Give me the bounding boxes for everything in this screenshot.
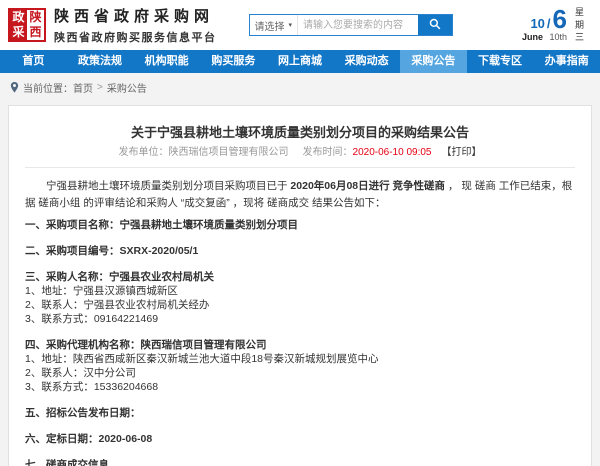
breadcrumb-band: 当前位置： 首页 > 采购公告 [0,73,600,95]
detail-line: 3、联系方式：09164221469 [25,312,575,326]
print-button[interactable]: 【打印】 [441,147,481,158]
detail-line: 3、联系方式：15336204668 [25,380,575,394]
date-words: June 10th [522,32,567,42]
section-heading-6: 六、定标日期：2020-06-08 [25,432,575,446]
breadcrumb-home-link[interactable]: 首页 [73,80,93,95]
content-panel: 关于宁强县耕地土壤环境质量类别划分项目的采购结果公告 发布单位：陕西瑞信项目管理… [8,105,592,466]
site-subtitle: 陕西省政府购买服务信息平台 [54,29,217,45]
breadcrumb: 当前位置： 首页 > 采购公告 [10,80,590,95]
search-category-select[interactable]: 请选择 ▾ [250,15,299,35]
date-separator: / [547,17,551,30]
section-heading-4: 四、采购代理机构名称：陕西瑞信项目管理有限公司 [25,338,575,352]
logo-char: 政 [10,10,27,25]
section-heading-2: 二、采购项目编号：SXRX-2020/05/1 [25,244,575,258]
publisher-name: 陕西瑞信项目管理有限公司 [169,147,289,158]
search-button[interactable] [418,15,452,35]
date-numbers: 10 / 6 June 10th [522,8,567,42]
section-heading-3: 三、采购人名称：宁强县农业农村局机关 [25,270,575,284]
section-heading-1: 一、采购项目名称：宁强县耕地土壤环境质量类别划分项目 [25,218,575,232]
nav-item-procurement-news[interactable]: 采购动态 [333,50,400,73]
detail-line: 1、地址：宁强县汉源镇西城新区 [25,284,575,298]
meta-divider [25,167,575,168]
nav-item-procurement-announcements[interactable]: 采购公告 [400,50,467,73]
page: 政 采 陕 西 陕西省政府采购网 陕西省政府购买服务信息平台 请选择 ▾ [0,0,600,466]
publisher-label: 发布单位： [119,147,169,158]
nav-item-online-mall[interactable]: 网上商城 [267,50,334,73]
date-month-name: June [522,32,543,42]
chevron-down-icon: ▾ [289,21,293,29]
publish-time: 2020-06-10 09:05 [353,147,432,158]
top-header: 政 采 陕 西 陕西省政府采购网 陕西省政府购买服务信息平台 请选择 ▾ [0,0,600,50]
site-title: 陕西省政府采购网 [54,5,217,26]
intro-seg2: 2020年06月08日进行 竞争性磋商 [290,180,445,192]
article-title: 关于宁强县耕地土壤环境质量类别划分项目的采购结果公告 [25,124,575,141]
main-nav: 首页 政策法规 机构职能 购买服务 网上商城 采购动态 采购公告 下载专区 办事… [0,50,600,73]
search-input[interactable] [298,15,417,35]
date-widget: 10 / 6 June 10th 星期三 [522,6,592,44]
logo-left-column: 政 采 [10,10,27,40]
logo-char: 采 [10,25,27,40]
detail-line: 2、联系人：汉中分公司 [25,366,575,380]
search-icon [429,18,441,33]
date-day-month: 10 / 6 [522,8,567,30]
intro-seg1: 宁强县耕地土壤环境质量类别划分项目采购项目已于 [46,180,290,192]
search-bar: 请选择 ▾ [249,14,453,36]
detail-line: 2、联系人：宁强县农业农村局机关经办 [25,298,575,312]
date-weekday: 星期三 [575,6,586,44]
logo-char: 西 [27,25,44,40]
section-heading-5: 五、招标公告发布日期： [25,406,575,420]
date-day: 10 [530,17,544,30]
search-category-label: 请选择 [255,18,285,33]
nav-item-functions[interactable]: 机构职能 [133,50,200,73]
section-heading-7: 七、磋商成交信息 [25,458,575,466]
breadcrumb-current: 采购公告 [107,80,147,95]
detail-line: 1、地址：陕西省西咸新区秦汉新城兰池大道中段18号秦汉新城规划展览中心 [25,352,575,366]
article-meta: 发布单位：陕西瑞信项目管理有限公司 发布时间：2020-06-10 09:05 【打… [25,147,575,159]
breadcrumb-label: 当前位置： [23,80,73,95]
nav-item-downloads[interactable]: 下载专区 [467,50,534,73]
article-body: 宁强县耕地土壤环境质量类别划分项目采购项目已于 2020年06月08日进行 竞争… [25,178,575,466]
date-month-number: 6 [553,8,567,30]
nav-item-guide[interactable]: 办事指南 [533,50,600,73]
nav-item-policies[interactable]: 政策法规 [67,50,134,73]
nav-item-purchase-services[interactable]: 购买服务 [200,50,267,73]
logo-char: 陕 [27,10,44,25]
date-day-ordinal: 10th [549,32,567,42]
location-pin-icon [10,82,19,93]
site-titles: 陕西省政府采购网 陕西省政府购买服务信息平台 [54,5,217,45]
logo-right-column: 陕 西 [27,10,44,40]
publish-time-label: 发布时间： [303,147,353,158]
intro-paragraph: 宁强县耕地土壤环境质量类别划分项目采购项目已于 2020年06月08日进行 竞争… [25,178,575,212]
nav-item-home[interactable]: 首页 [0,50,67,73]
breadcrumb-separator: > [97,82,103,93]
site-logo-seal: 政 采 陕 西 [8,8,46,42]
